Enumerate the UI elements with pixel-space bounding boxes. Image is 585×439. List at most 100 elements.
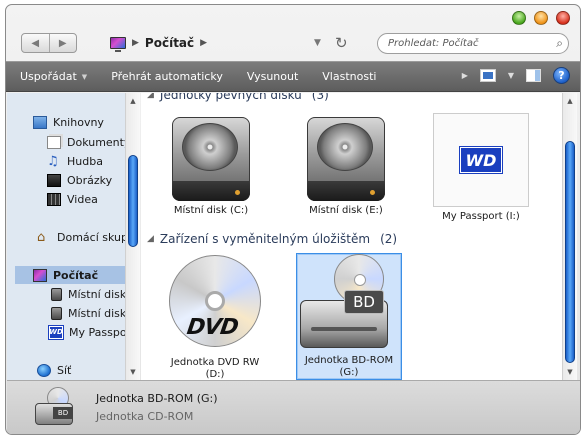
sidebar-item-homegroup[interactable]: ⌂ Domácí skupina <box>37 228 125 246</box>
more-commands-icon[interactable]: ▶ <box>462 71 468 80</box>
drive-tile-dvd[interactable]: DVD Jednotka DVD RW (D:) <box>153 253 277 380</box>
bd-drive-icon: BD <box>294 254 404 355</box>
toolbar-right: ▶ ▼ ? <box>462 67 570 84</box>
help-icon[interactable]: ? <box>553 67 570 84</box>
wd-logo: WD <box>459 146 503 174</box>
drive-tile-e[interactable]: Místní disk (E:) <box>284 111 408 217</box>
navigation-pane: Knihovny Dokumenty ♫ Hudba Obrázky Videa… <box>7 93 125 380</box>
sidebar-item-label: Místní disk <box>68 306 125 320</box>
command-bar: Uspořádat ▼ Přehrát automaticky Vysunout… <box>6 61 580 92</box>
organize-label: Uspořádat <box>20 70 77 83</box>
group-title: Jednotky pevných disků <box>159 93 302 102</box>
sidebar-item-music[interactable]: ♫ Hudba <box>47 152 103 170</box>
arrow-right-icon: ▶ <box>58 37 67 49</box>
group-header-removable[interactable]: ◢ Zařízení s vyměnitelným úložištěm (2) <box>147 232 397 246</box>
video-icon <box>47 192 61 206</box>
details-type: Jednotka CD-ROM <box>96 410 194 423</box>
search-box[interactable]: ⌕ <box>377 33 569 54</box>
sidebar-item-label: Počítač <box>53 268 99 282</box>
drive-tile-bd-rom[interactable]: BD Jednotka BD-ROM (G:) <box>296 253 402 380</box>
sidebar-item-my-passport[interactable]: WD My Passport <box>48 323 125 341</box>
autoplay-button[interactable]: Přehrát automaticky <box>99 70 235 83</box>
back-button[interactable]: ◀ <box>22 34 49 52</box>
content-pane: ◢ Jednotky pevných disků (3) Místní disk… <box>141 93 562 380</box>
drive-tile-my-passport[interactable]: WD My Passport (I:) <box>419 113 543 223</box>
sidebar-item-pictures[interactable]: Obrázky <box>47 171 112 189</box>
eject-button[interactable]: Vysunout <box>235 70 310 83</box>
computer-icon <box>110 37 126 52</box>
breadcrumb-computer[interactable]: Počítač <box>145 36 194 50</box>
scroll-down-icon[interactable]: ▼ <box>126 366 140 378</box>
homegroup-icon: ⌂ <box>37 229 46 245</box>
hard-disk-icon <box>303 111 389 201</box>
sidebar-item-network[interactable]: Síť <box>37 361 71 379</box>
breadcrumb[interactable]: ▶ Počítač ▶ <box>110 36 207 52</box>
maximize-button[interactable] <box>512 11 526 25</box>
wd-icon: WD <box>48 324 64 340</box>
drive-label: Místní disk (C:) <box>173 205 249 216</box>
group-count: (2) <box>380 232 398 246</box>
sidebar-item-label: Domácí skupina <box>57 230 125 244</box>
change-view-icon[interactable] <box>479 69 496 82</box>
sidebar-item-label: Hudba <box>67 154 103 168</box>
hard-disk-icon <box>51 287 62 301</box>
sidebar-scrollbar[interactable]: ▲ ▼ <box>125 93 140 380</box>
address-dropdown-icon[interactable]: ▼ <box>314 38 321 48</box>
sidebar-item-label: Místní disk <box>68 287 125 301</box>
content-scroll-thumb[interactable] <box>565 141 575 363</box>
search-input[interactable] <box>388 38 548 49</box>
content-scrollbar[interactable]: ▲ ▼ <box>562 93 577 380</box>
drive-label: Jednotka BD-ROM (G:) <box>304 355 394 378</box>
network-icon <box>37 363 51 377</box>
sidebar-item-libraries[interactable]: Knihovny <box>33 113 104 131</box>
autoplay-label: Přehrát automaticky <box>111 70 223 83</box>
bd-drive-icon: BD <box>35 387 79 427</box>
sidebar-scroll-thumb[interactable] <box>128 155 138 247</box>
drive-label: My Passport (I:) <box>442 211 520 222</box>
sidebar-item-label: My Passport <box>69 325 125 339</box>
properties-button[interactable]: Vlastnosti <box>310 70 388 83</box>
chevron-right-icon[interactable]: ▶ <box>132 38 139 48</box>
preview-pane-icon[interactable] <box>526 69 541 82</box>
window-controls <box>512 11 570 25</box>
minimize-button[interactable] <box>534 11 548 25</box>
document-icon <box>47 135 61 149</box>
organize-button[interactable]: Uspořádat ▼ <box>6 70 99 83</box>
dvd-drive-icon: DVD <box>165 253 265 353</box>
collapse-icon[interactable]: ◢ <box>147 234 154 244</box>
close-button[interactable] <box>556 11 570 25</box>
sidebar-item-computer[interactable]: Počítač <box>15 266 125 284</box>
scroll-down-icon[interactable]: ▼ <box>563 366 577 378</box>
drive-label: Jednotka DVD RW (D:) <box>170 357 260 380</box>
group-title: Zařízení s vyměnitelným úložištěm <box>159 232 371 246</box>
eject-label: Vysunout <box>246 70 299 83</box>
history-buttons: ◀ ▶ <box>21 33 77 53</box>
sidebar-item-label: Videa <box>67 192 98 206</box>
collapse-icon[interactable]: ◢ <box>147 93 154 100</box>
sidebar-item-videos[interactable]: Videa <box>47 190 98 208</box>
dvd-logo: DVD <box>185 315 240 340</box>
address-row: ◀ ▶ ▶ Počítač ▶ ▼ ↻ ⌕ <box>6 33 580 59</box>
forward-button[interactable]: ▶ <box>48 34 77 52</box>
drive-tile-c[interactable]: Místní disk (C:) <box>149 111 273 217</box>
search-icon[interactable]: ⌕ <box>556 36 563 51</box>
scroll-up-icon[interactable]: ▲ <box>126 95 140 107</box>
properties-label: Vlastnosti <box>322 70 377 83</box>
refresh-icon[interactable]: ↻ <box>335 34 348 52</box>
drive-label: Místní disk (E:) <box>309 205 383 216</box>
sidebar-item-local-disk-e[interactable]: Místní disk <box>51 304 125 322</box>
computer-icon <box>33 268 47 282</box>
sidebar-item-local-disk-c[interactable]: Místní disk <box>51 285 125 303</box>
chevron-down-icon[interactable]: ▼ <box>508 71 514 80</box>
chevron-down-icon: ▼ <box>81 72 88 81</box>
group-header-hard-disks[interactable]: ◢ Jednotky pevných disků (3) <box>147 93 329 102</box>
wd-drive-icon: WD <box>433 113 529 207</box>
hard-disk-icon <box>51 306 62 320</box>
scroll-up-icon[interactable]: ▲ <box>563 95 577 107</box>
chevron-right-icon[interactable]: ▶ <box>200 38 207 48</box>
sidebar-item-documents[interactable]: Dokumenty <box>47 133 125 151</box>
sidebar-item-label: Knihovny <box>53 115 104 129</box>
bd-tag: BD <box>344 290 384 314</box>
sidebar-item-label: Obrázky <box>67 173 113 187</box>
bd-tag: BD <box>53 407 73 419</box>
